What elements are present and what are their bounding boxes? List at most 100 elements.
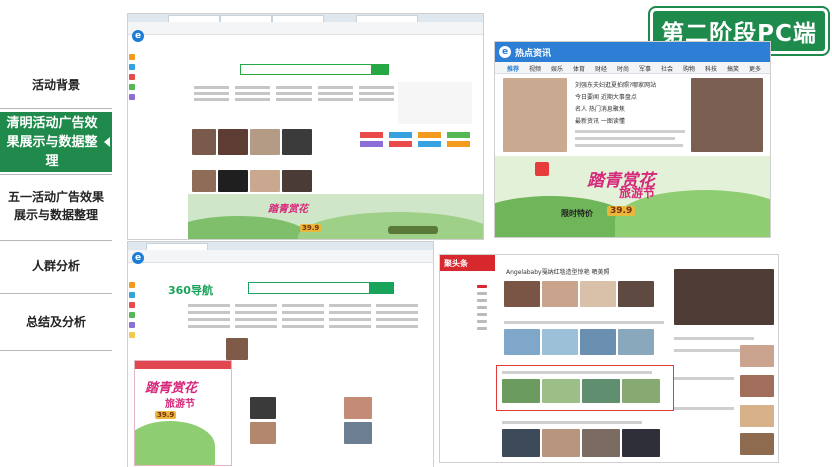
sidebar-divider [0,350,112,351]
spring-ad-banner[interactable]: 踏青赏花 旅游节 限时特价 39.9 [495,156,770,237]
red-headline[interactable]: Angelababy戛纳红毯造型惊艳 晒美照 [506,267,610,276]
sidebar-item-mayday[interactable]: 五一活动广告效果展示与数据整理 [0,178,112,234]
sidebar-divider [0,240,112,241]
browser-logo-icon: e [132,252,144,264]
nav-tab[interactable]: 科技 [705,64,717,73]
nav-tab[interactable]: 视频 [529,64,541,73]
nav360-brand: 360导航 [168,284,213,297]
sidebar-item-audience[interactable]: 人群分析 [0,253,112,279]
text-line [674,407,734,410]
news-photo [344,397,372,419]
news-photo [582,429,620,457]
side-toolbar [128,50,137,104]
sidebar-photo [674,269,774,325]
news-photo [542,329,578,355]
sidebar-item-qingming[interactable]: 清明活动广告效果展示与数据整理 [0,112,112,172]
text-line [502,371,652,374]
browser-tab [220,15,272,22]
news-photo [250,170,280,192]
popup-ad[interactable]: 踏青赏花 旅游节 39.9 [134,360,232,466]
screenshot-red-portal: 聚头条 Angelababy戛纳红毯造型惊艳 晒美照 [440,255,778,462]
search-input[interactable] [248,282,370,294]
nav-tab[interactable]: 体育 [573,64,585,73]
ad-subtitle: 旅游节 [619,186,656,200]
sidebar-divider [0,108,112,109]
sidebar-divider [0,293,112,294]
site-links-grid [188,304,418,328]
news-photo [282,129,312,155]
news-photo [504,281,540,307]
browser-tab [146,243,208,250]
browser-tabbar [128,14,483,22]
news-photo [740,345,774,367]
search-button[interactable] [370,282,394,294]
side-toolbar [128,278,137,342]
news-nav: 推荐 视频 娱乐 体育 财经 时尚 军事 社会 购物 科技 搞笑 更多 [495,62,770,74]
news-photo [250,129,280,155]
red-header: 聚头条 [440,255,495,271]
popup-ad-header [135,361,231,369]
news-photo [250,422,276,444]
news-logo-icon: e [499,46,511,58]
nav-tab[interactable]: 购物 [683,64,695,73]
ad-price: 39.9 [607,206,636,216]
red-brand: 聚头条 [444,259,468,268]
sidebar-item-summary[interactable]: 总结及分析 [0,309,112,335]
news-photo [582,379,620,403]
hill-shape [135,421,215,465]
headline[interactable]: 刘强东夫妇逛夏拍照?哪家网站 [575,80,656,89]
text-line [575,137,675,140]
ad-time-label: 限时特价 [561,209,593,218]
news-photo [502,429,540,457]
headline[interactable]: 今日要闻 近期大事盘点 [575,92,637,101]
news-photo [622,429,660,457]
search-input[interactable] [240,64,372,75]
spring-ad-banner[interactable]: 踏青赏花 39.9 [188,194,483,239]
nav-tab[interactable]: 社会 [661,64,673,73]
news-side-photo[interactable] [691,78,763,152]
nav-tab[interactable]: 更多 [749,64,761,73]
headline[interactable]: 最新资讯 一图读懂 [575,116,625,125]
news-main-photo[interactable] [503,78,567,152]
ad-price: 39.9 [155,411,177,419]
text-line [575,144,683,147]
browser-tabbar [128,242,433,250]
sidebar-item-background[interactable]: 活动背景 [0,72,112,98]
weather-box [398,82,472,124]
news-photo [282,170,312,192]
text-line [575,130,685,133]
sidebar-divider [0,174,112,175]
news-photo [218,170,248,192]
search-button[interactable] [371,64,389,75]
ad-price: 39.9 [300,224,322,232]
nav-tab[interactable]: 时尚 [617,64,629,73]
news-photo [740,375,774,397]
news-photo [504,329,540,355]
sidebar: 活动背景 清明活动广告效果展示与数据整理 五一活动广告效果展示与数据整理 人群分… [0,0,112,467]
news-photo [542,379,580,403]
nav-tab[interactable]: 娱乐 [551,64,563,73]
nav-tab[interactable]: 推荐 [507,64,519,73]
nav-tab[interactable]: 搞笑 [727,64,739,73]
text-line [674,349,744,352]
nav-tab[interactable]: 财经 [595,64,607,73]
boat-icon [388,226,438,234]
news-photo [580,329,616,355]
news-photo [580,281,616,307]
news-brand: 热点资讯 [515,49,552,59]
news-photo [542,281,578,307]
browser-addressbar [128,250,433,263]
app-icon-grid [360,132,470,147]
news-photo [192,129,216,155]
browser-addressbar [128,22,483,35]
news-photo [218,129,248,155]
headline[interactable]: 名人 热门消息聚焦 [575,104,625,113]
news-photo [192,170,216,192]
news-header: e 热点资讯 [495,42,770,62]
hill-shape [188,216,308,239]
nav-tab[interactable]: 军事 [639,64,651,73]
text-line [674,377,734,380]
screenshot-news-portal: e 热点资讯 推荐 视频 娱乐 体育 财经 时尚 军事 社会 购物 科技 搞笑 … [495,42,770,237]
ad-title: 踏青赏花 [145,381,198,396]
browser-tab [272,15,324,22]
